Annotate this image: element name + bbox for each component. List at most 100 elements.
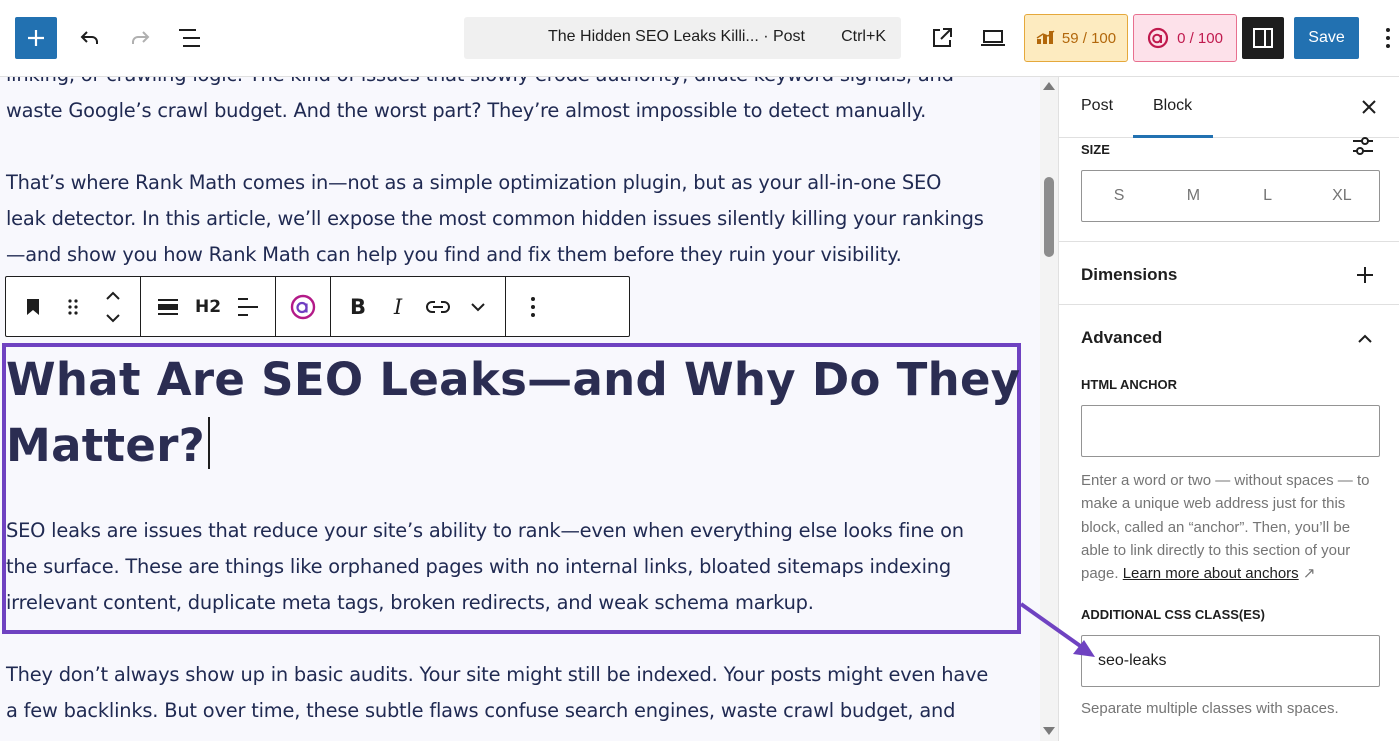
drag-icon — [68, 298, 78, 315]
align-left-icon — [238, 297, 258, 316]
scroll-up-arrow-icon[interactable] — [1043, 82, 1055, 90]
options-menu-button[interactable] — [1376, 20, 1399, 56]
dimensions-add-button[interactable] — [1353, 263, 1377, 287]
paragraph-block[interactable]: SEO leaks are issues that reduce your si… — [6, 513, 964, 621]
heading-line: What Are SEO Leaks—and Why Do They — [6, 353, 1021, 406]
bookmark-icon — [27, 298, 39, 315]
block-toolbar: H2 B I — [5, 276, 630, 337]
editor-canvas[interactable]: linking, or crawling logic. The kind of … — [0, 77, 1040, 741]
undo-button[interactable] — [72, 20, 108, 56]
close-icon — [1362, 100, 1376, 114]
more-vertical-icon — [1386, 28, 1390, 48]
paragraph-line: a few backlinks. But over time, these su… — [6, 699, 956, 722]
command-palette-bar[interactable]: The Hidden SEO Leaks Killi... · Post Ctr… — [464, 17, 901, 59]
help-line: make a unique web address just for this — [1081, 495, 1346, 513]
redo-button[interactable] — [122, 20, 158, 56]
chevron-up-icon — [1358, 334, 1372, 343]
help-line: Enter a word or two — without spaces — t… — [1081, 472, 1370, 489]
command-shortcut: Ctrl+K — [841, 28, 886, 45]
html-anchor-label: HTML ANCHOR — [1081, 377, 1178, 392]
more-vertical-icon — [531, 296, 535, 317]
external-link-icon — [933, 28, 952, 47]
bold-button[interactable]: B — [339, 285, 377, 329]
paragraph-line: —and show you how Rank Math can help you… — [6, 243, 902, 266]
content-ai-score-button[interactable]: 0 / 100 — [1133, 14, 1237, 62]
editor-scrollbar[interactable] — [1040, 77, 1058, 741]
content-ai-score: 0 / 100 — [1177, 29, 1223, 47]
help-line: page. — [1081, 565, 1119, 583]
divider — [1059, 304, 1399, 305]
editor-header: The Hidden SEO Leaks Killi... · Post Ctr… — [0, 0, 1399, 77]
css-class-help: Separate multiple classes with spaces. — [1081, 700, 1339, 717]
paragraph-block[interactable]: That’s where Rank Math comes in—not as a… — [6, 165, 984, 273]
paragraph-line: the surface. These are things like orpha… — [6, 555, 951, 578]
paragraph-line: That’s where Rank Math comes in—not as a… — [6, 171, 942, 194]
advanced-toggle-button[interactable] — [1353, 327, 1377, 351]
more-formatting-button[interactable] — [459, 285, 497, 329]
content-ai-icon — [1147, 27, 1169, 49]
paragraph-line: linking, or crawling logic. The kind of … — [6, 77, 954, 93]
size-option-l[interactable]: L — [1231, 171, 1305, 221]
heading-line: Matter? — [6, 419, 206, 472]
document-overview-button[interactable] — [172, 20, 208, 56]
paragraph-block[interactable]: linking, or crawling logic. The kind of … — [6, 77, 954, 129]
help-line: block, called an “anchor”. Then, you’ll … — [1081, 518, 1351, 536]
block-inserter-button[interactable] — [15, 17, 57, 59]
rank-math-score-button[interactable]: 59 / 100 — [1024, 14, 1128, 62]
learn-more-anchors-link[interactable]: Learn more about anchors — [1123, 565, 1299, 582]
size-option-xl[interactable]: XL — [1305, 171, 1379, 221]
link-icon — [426, 300, 450, 313]
align-none-icon — [158, 298, 178, 315]
heading-block[interactable]: What Are SEO Leaks—and Why Do They Matte… — [6, 347, 1020, 479]
paragraph-block[interactable]: They don’t always show up in basic audit… — [6, 657, 988, 729]
sidebar-icon — [1253, 28, 1273, 48]
tab-block[interactable]: Block — [1153, 97, 1192, 115]
document-title: The Hidden SEO Leaks Killi... · Post — [548, 28, 805, 45]
preview-button[interactable] — [975, 20, 1011, 56]
size-option-s[interactable]: S — [1082, 171, 1156, 221]
css-class-label: ADDITIONAL CSS CLASS(ES) — [1081, 607, 1265, 622]
block-options-button[interactable] — [514, 285, 552, 329]
external-arrow-icon: ↗ — [1302, 565, 1316, 583]
scrollbar-thumb[interactable] — [1044, 177, 1054, 257]
text-align-button[interactable] — [229, 285, 267, 329]
block-type-button[interactable] — [14, 285, 52, 329]
html-anchor-input[interactable] — [1081, 405, 1380, 457]
active-tab-indicator — [1133, 135, 1213, 138]
chevron-up-down-icon — [106, 291, 120, 322]
sidebar-tabs: Post Block — [1059, 77, 1399, 138]
font-size-picker: S M L XL — [1081, 170, 1380, 222]
size-options-button[interactable] — [1351, 135, 1379, 161]
css-class-input[interactable] — [1081, 635, 1380, 687]
drag-handle[interactable] — [54, 285, 92, 329]
list-view-icon — [179, 29, 200, 47]
rank-math-icon — [1036, 30, 1055, 44]
save-button[interactable]: Save — [1294, 17, 1359, 59]
paragraph-line: waste Google’s crawl budget. And the wor… — [6, 99, 927, 122]
rank-math-score: 59 / 100 — [1061, 29, 1117, 47]
scroll-down-arrow-icon[interactable] — [1043, 727, 1055, 735]
link-button[interactable] — [419, 285, 457, 329]
desktop-icon — [981, 30, 1005, 46]
chevron-down-icon — [471, 302, 485, 311]
dimensions-panel-title[interactable]: Dimensions — [1081, 265, 1177, 285]
view-post-button[interactable] — [924, 20, 960, 56]
settings-sliders-icon — [1353, 137, 1373, 155]
size-option-m[interactable]: M — [1156, 171, 1230, 221]
divider — [1059, 241, 1399, 242]
redo-icon — [132, 31, 150, 44]
move-up-down-button[interactable] — [94, 285, 132, 329]
paragraph-line: leak detector. In this article, we’ll ex… — [6, 207, 984, 230]
paragraph-line: They don’t always show up in basic audit… — [6, 663, 989, 686]
advanced-panel-title[interactable]: Advanced — [1081, 328, 1162, 348]
help-line: able to link directly to this section of… — [1081, 541, 1351, 559]
plus-icon — [1357, 267, 1373, 283]
align-button[interactable] — [149, 285, 187, 329]
settings-sidebar-toggle[interactable] — [1242, 17, 1284, 59]
content-ai-button[interactable] — [284, 285, 322, 329]
text-caret — [208, 417, 210, 469]
heading-level-button[interactable]: H2 — [189, 285, 227, 329]
close-sidebar-button[interactable] — [1355, 93, 1383, 121]
tab-post[interactable]: Post — [1081, 97, 1113, 115]
italic-button[interactable]: I — [379, 285, 417, 329]
